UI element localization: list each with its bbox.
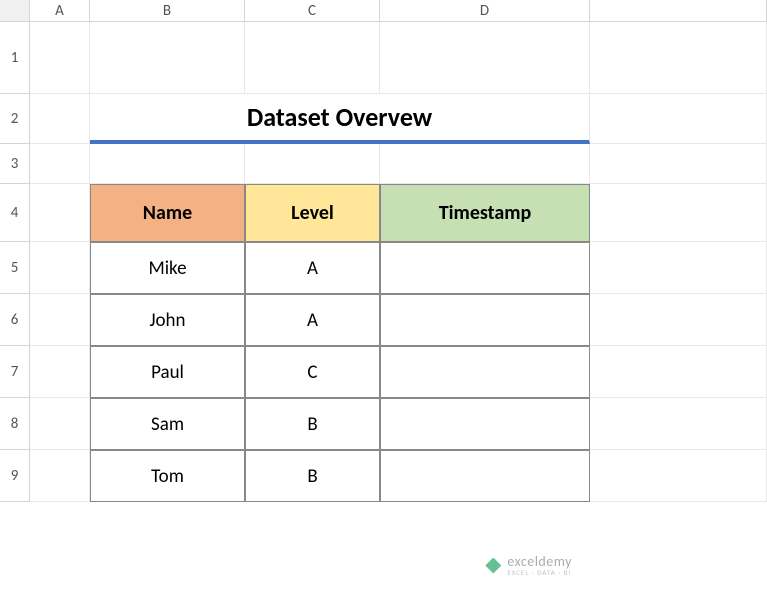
header-level[interactable]: Level bbox=[245, 184, 380, 242]
row-1: 1 bbox=[0, 22, 767, 94]
row-header-9[interactable]: 9 bbox=[0, 450, 30, 502]
cell-A8[interactable] bbox=[30, 398, 90, 450]
column-header-row: A B C D bbox=[0, 0, 767, 22]
header-name[interactable]: Name bbox=[90, 184, 245, 242]
watermark-text: exceldemy EXCEL · DATA · BI bbox=[507, 555, 572, 576]
watermark-tagline: EXCEL · DATA · BI bbox=[507, 569, 572, 576]
row-6: 6 John A bbox=[0, 294, 767, 346]
cell-D1[interactable] bbox=[380, 22, 590, 94]
row-header-5[interactable]: 5 bbox=[0, 242, 30, 294]
cell-E4[interactable] bbox=[590, 184, 767, 242]
cell-E9[interactable] bbox=[590, 450, 767, 502]
cell-level-2[interactable]: C bbox=[245, 346, 380, 398]
row-8: 8 Sam B bbox=[0, 398, 767, 450]
cell-name-2[interactable]: Paul bbox=[90, 346, 245, 398]
cell-E8[interactable] bbox=[590, 398, 767, 450]
cell-A5[interactable] bbox=[30, 242, 90, 294]
cell-E2[interactable] bbox=[590, 94, 767, 144]
title-cell[interactable]: Dataset Overvew bbox=[90, 94, 590, 144]
col-header-A[interactable]: A bbox=[30, 0, 90, 22]
cell-timestamp-2[interactable] bbox=[380, 346, 590, 398]
col-header-E[interactable] bbox=[590, 0, 767, 22]
row-header-4[interactable]: 4 bbox=[0, 184, 30, 242]
cell-A2[interactable] bbox=[30, 94, 90, 144]
row-header-6[interactable]: 6 bbox=[0, 294, 30, 346]
cell-D3[interactable] bbox=[380, 144, 590, 184]
cell-timestamp-3[interactable] bbox=[380, 398, 590, 450]
cell-level-3[interactable]: B bbox=[245, 398, 380, 450]
diamond-icon bbox=[485, 558, 501, 574]
watermark-brand: exceldemy bbox=[507, 555, 572, 569]
row-header-1[interactable]: 1 bbox=[0, 22, 30, 94]
cell-name-3[interactable]: Sam bbox=[90, 398, 245, 450]
cell-name-0[interactable]: Mike bbox=[90, 242, 245, 294]
cell-A3[interactable] bbox=[30, 144, 90, 184]
cell-E1[interactable] bbox=[590, 22, 767, 94]
cell-C3[interactable] bbox=[245, 144, 380, 184]
cell-timestamp-0[interactable] bbox=[380, 242, 590, 294]
col-header-B[interactable]: B bbox=[90, 0, 245, 22]
row-header-7[interactable]: 7 bbox=[0, 346, 30, 398]
cell-name-4[interactable]: Tom bbox=[90, 450, 245, 502]
cell-B3[interactable] bbox=[90, 144, 245, 184]
row-4: 4 Name Level Timestamp bbox=[0, 184, 767, 242]
cell-level-0[interactable]: A bbox=[245, 242, 380, 294]
spreadsheet-grid: A B C D 1 2 Dataset Overvew 3 4 Name Lev… bbox=[0, 0, 767, 600]
cell-level-1[interactable]: A bbox=[245, 294, 380, 346]
row-7: 7 Paul C bbox=[0, 346, 767, 398]
header-timestamp[interactable]: Timestamp bbox=[380, 184, 590, 242]
col-header-C[interactable]: C bbox=[245, 0, 380, 22]
cell-A4[interactable] bbox=[30, 184, 90, 242]
cell-A6[interactable] bbox=[30, 294, 90, 346]
row-2: 2 Dataset Overvew bbox=[0, 94, 767, 144]
cell-level-4[interactable]: B bbox=[245, 450, 380, 502]
cell-timestamp-1[interactable] bbox=[380, 294, 590, 346]
cell-C1[interactable] bbox=[245, 22, 380, 94]
watermark: exceldemy EXCEL · DATA · BI bbox=[485, 555, 572, 576]
row-3: 3 bbox=[0, 144, 767, 184]
col-header-D[interactable]: D bbox=[380, 0, 590, 22]
cell-A7[interactable] bbox=[30, 346, 90, 398]
cell-A1[interactable] bbox=[30, 22, 90, 94]
cell-E3[interactable] bbox=[590, 144, 767, 184]
cell-name-1[interactable]: John bbox=[90, 294, 245, 346]
cell-A9[interactable] bbox=[30, 450, 90, 502]
cell-timestamp-4[interactable] bbox=[380, 450, 590, 502]
cell-E5[interactable] bbox=[590, 242, 767, 294]
cell-E6[interactable] bbox=[590, 294, 767, 346]
cell-B1[interactable] bbox=[90, 22, 245, 94]
cell-E7[interactable] bbox=[590, 346, 767, 398]
row-header-8[interactable]: 8 bbox=[0, 398, 30, 450]
row-header-2[interactable]: 2 bbox=[0, 94, 30, 144]
row-header-3[interactable]: 3 bbox=[0, 144, 30, 184]
row-5: 5 Mike A bbox=[0, 242, 767, 294]
row-9: 9 Tom B bbox=[0, 450, 767, 502]
select-all-corner[interactable] bbox=[0, 0, 30, 22]
